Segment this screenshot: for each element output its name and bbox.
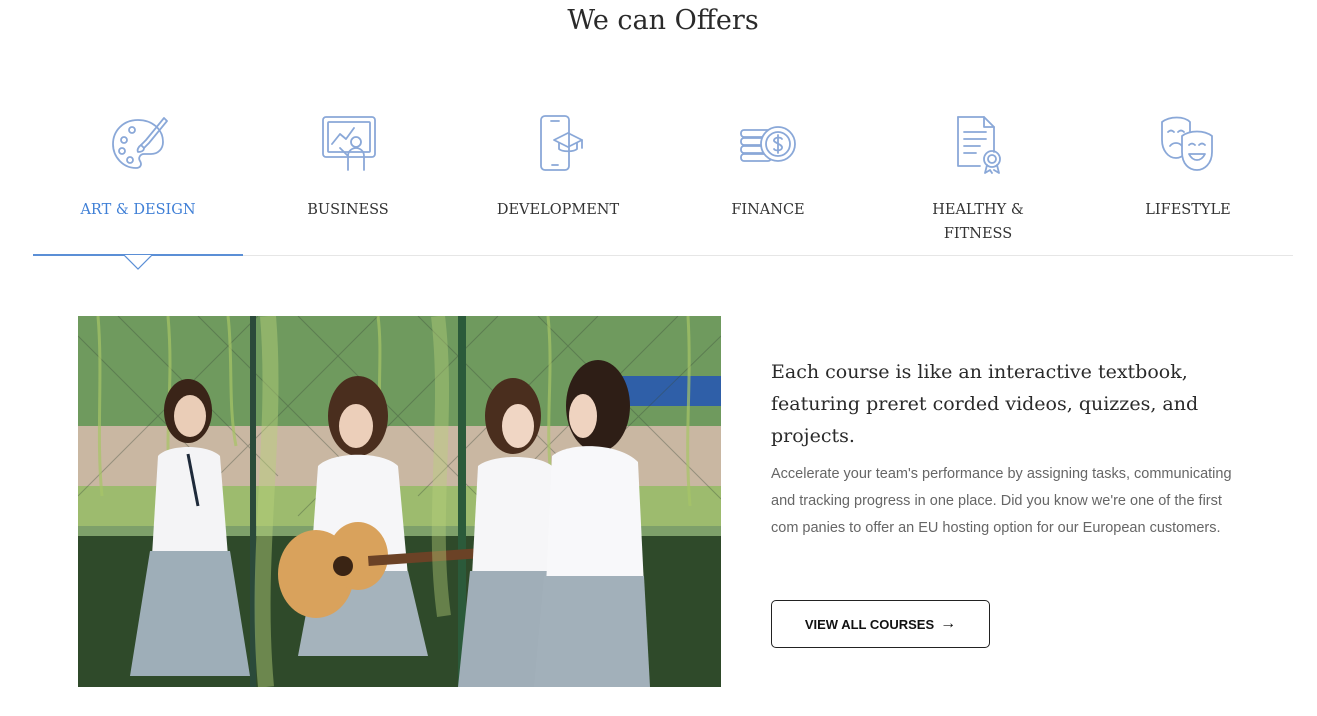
course-photo — [78, 316, 721, 687]
content-description: Accelerate your team's performance by as… — [771, 466, 1232, 536]
presentation-board-icon — [318, 114, 378, 174]
palette-icon — [108, 114, 168, 174]
tab-business[interactable]: BUSINESS — [243, 108, 453, 256]
arrow-right-icon: → — [940, 615, 957, 632]
mobile-graduation-icon — [528, 114, 588, 174]
button-label: VIEW ALL COURSES — [804, 616, 935, 632]
tab-healthy-fitness[interactable]: HEALTHY & FITNESS — [873, 108, 1083, 256]
content-headline: Each course is like an interactive textb… — [771, 361, 1199, 447]
tab-label: HEALTHY & FITNESS — [932, 202, 1024, 242]
tab-label: BUSINESS — [307, 202, 389, 218]
tab-label: LIFESTYLE — [1145, 202, 1231, 218]
coins-dollar-icon — [738, 114, 798, 174]
category-tabs: ART & DESIGN BUSINESS DEVELOPMENT FINANC… — [33, 108, 1293, 256]
tab-development[interactable]: DEVELOPMENT — [453, 108, 663, 256]
theater-masks-icon — [1158, 114, 1218, 174]
view-all-courses-button[interactable]: VIEW ALL COURSES → — [771, 600, 990, 648]
certificate-document-icon — [948, 114, 1008, 174]
tab-finance[interactable]: FINANCE — [663, 108, 873, 256]
tab-label: ART & DESIGN — [80, 202, 196, 218]
tab-lifestyle[interactable]: LIFESTYLE — [1083, 108, 1293, 256]
tab-label: FINANCE — [731, 202, 805, 218]
active-tab-caret — [124, 255, 152, 270]
tab-art-design[interactable]: ART & DESIGN — [33, 108, 243, 256]
section-title: We can Offers — [567, 5, 759, 36]
tab-label: DEVELOPMENT — [496, 202, 620, 218]
